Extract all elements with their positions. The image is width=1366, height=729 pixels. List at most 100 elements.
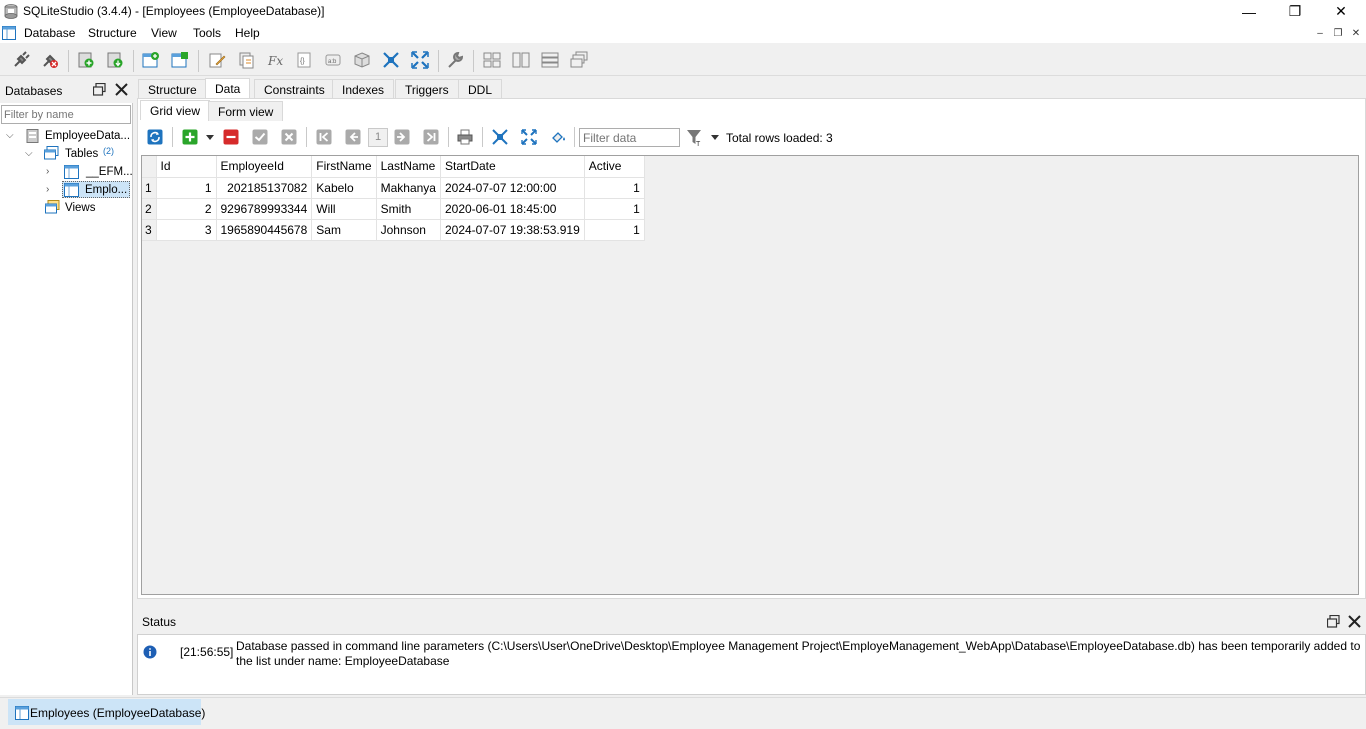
cell-id[interactable]: 3 [156, 219, 217, 241]
cell-firstname[interactable]: Sam [311, 219, 377, 241]
float-panel-icon[interactable] [93, 83, 106, 96]
cell-active[interactable]: 1 [584, 177, 645, 199]
expand-columns-icon[interactable] [521, 129, 537, 145]
cascade-windows-icon[interactable] [570, 51, 588, 69]
previous-page-icon[interactable] [345, 129, 361, 145]
print-icon[interactable] [457, 129, 473, 145]
edit-table-icon[interactable] [171, 51, 189, 69]
column-header-firstname[interactable]: FirstName [311, 156, 377, 178]
cell-firstname[interactable]: Will [311, 198, 377, 220]
chevron-down-icon[interactable]: ⌵ [6, 130, 14, 141]
cell-firstname[interactable]: Kabelo [311, 177, 377, 199]
table-row[interactable]: 1 1 202185137082 Kabelo Makhanya 2024-07… [142, 177, 645, 199]
collapse-columns-icon[interactable] [492, 129, 508, 145]
chevron-right-icon[interactable]: › [46, 184, 49, 195]
edit-icon[interactable] [208, 51, 226, 69]
menu-database[interactable]: Database [24, 26, 75, 40]
table-row[interactable]: 3 3 1965890445678 Sam Johnson 2024-07-07… [142, 219, 645, 241]
status-log: [21:56:55] Database passed in command li… [137, 634, 1366, 695]
cell-active[interactable]: 1 [584, 198, 645, 220]
commit-icon[interactable] [252, 129, 268, 145]
corner-cell[interactable] [142, 156, 157, 178]
row-number[interactable]: 3 [142, 219, 157, 241]
menu-view[interactable]: View [151, 26, 177, 40]
next-page-icon[interactable] [394, 129, 410, 145]
restore-button[interactable]: ❐ [1272, 0, 1318, 23]
copy-edit-icon[interactable] [237, 51, 255, 69]
menu-tools[interactable]: Tools [193, 26, 221, 40]
svg-text:T: T [696, 141, 701, 146]
tab-structure[interactable]: Structure [138, 79, 207, 99]
tab-data[interactable]: Data [205, 78, 251, 99]
last-page-icon[interactable] [423, 129, 439, 145]
table-row[interactable]: 2 2 9296789993344 Will Smith 2020-06-01 … [142, 198, 645, 220]
cell-employeeid[interactable]: 1965890445678 [216, 219, 313, 241]
collation-icon[interactable]: {} [295, 51, 313, 69]
extension-icon[interactable]: a:b [324, 51, 342, 69]
insert-dropdown-arrow-icon[interactable] [206, 135, 214, 140]
close-panel-icon[interactable] [1348, 615, 1361, 628]
cell-startdate[interactable]: 2024-07-07 12:00:00 [440, 177, 585, 199]
column-header-employeeid[interactable]: EmployeeId [216, 156, 313, 178]
disconnect-icon[interactable] [41, 51, 59, 69]
column-header-lastname[interactable]: LastName [376, 156, 441, 178]
mdi-close-button[interactable]: ✕ [1348, 26, 1364, 40]
tab-indexes[interactable]: Indexes [332, 79, 395, 99]
tile-horizontal-icon[interactable] [541, 51, 559, 69]
tile-vertical-icon[interactable] [512, 51, 530, 69]
function-icon[interactable]: Fx [266, 51, 284, 69]
cell-employeeid[interactable]: 202185137082 [216, 177, 313, 199]
column-header-startdate[interactable]: StartDate [440, 156, 585, 178]
rollback-icon[interactable] [281, 129, 297, 145]
cell-employeeid[interactable]: 9296789993344 [216, 198, 313, 220]
settings-wrench-icon[interactable] [446, 51, 464, 69]
tab-constraints[interactable]: Constraints [254, 79, 335, 99]
connect-icon[interactable] [12, 51, 30, 69]
expand-icon[interactable] [411, 51, 429, 69]
delete-row-icon[interactable] [223, 129, 239, 145]
refresh-icon[interactable] [147, 129, 163, 145]
close-panel-icon[interactable] [115, 83, 128, 96]
chevron-right-icon[interactable]: › [46, 166, 49, 177]
row-number[interactable]: 1 [142, 177, 157, 199]
insert-row-icon[interactable] [182, 129, 198, 145]
column-header-id[interactable]: Id [156, 156, 217, 178]
filter-icon[interactable]: T [686, 129, 702, 146]
task-item-employees[interactable]: Employees (EmployeeDatabase) [8, 699, 205, 725]
fill-values-icon[interactable] [550, 129, 566, 145]
close-button[interactable]: ✕ [1318, 0, 1364, 23]
cell-startdate[interactable]: 2024-07-07 19:38:53.919 [440, 219, 585, 241]
filter-dropdown-arrow-icon[interactable] [711, 135, 719, 140]
cell-id[interactable]: 1 [156, 177, 217, 199]
cell-lastname[interactable]: Johnson [376, 219, 441, 241]
first-page-icon[interactable] [316, 129, 332, 145]
collapse-icon[interactable] [382, 51, 400, 69]
package-icon[interactable] [353, 51, 371, 69]
float-panel-icon[interactable] [1327, 615, 1340, 628]
mdi-restore-button[interactable]: ❐ [1330, 26, 1346, 40]
cell-lastname[interactable]: Makhanya [376, 177, 441, 199]
tile-windows-icon[interactable] [483, 51, 501, 69]
cell-active[interactable]: 1 [584, 219, 645, 241]
mdi-minimize-button[interactable]: – [1312, 26, 1328, 40]
cell-startdate[interactable]: 2020-06-01 18:45:00 [440, 198, 585, 220]
row-number[interactable]: 2 [142, 198, 157, 220]
import-database-icon[interactable] [106, 51, 124, 69]
tab-form-view[interactable]: Form view [208, 101, 284, 121]
column-header-active[interactable]: Active [584, 156, 645, 178]
chevron-down-icon[interactable]: ⌵ [25, 148, 33, 159]
cell-lastname[interactable]: Smith [376, 198, 441, 220]
menu-structure[interactable]: Structure [88, 26, 137, 40]
page-number-field[interactable]: 1 [368, 128, 388, 147]
minimize-button[interactable]: — [1226, 0, 1272, 23]
add-database-icon[interactable] [77, 51, 95, 69]
tab-triggers[interactable]: Triggers [395, 79, 459, 99]
filter-data-input[interactable] [579, 128, 680, 147]
data-grid[interactable]: Id EmployeeId FirstName LastName StartDa… [141, 155, 1359, 595]
new-table-icon[interactable] [142, 51, 160, 69]
menu-help[interactable]: Help [235, 26, 260, 40]
filter-by-name-input[interactable] [1, 105, 131, 124]
tab-ddl[interactable]: DDL [458, 79, 503, 99]
cell-id[interactable]: 2 [156, 198, 217, 220]
tab-grid-view[interactable]: Grid view [140, 100, 211, 120]
